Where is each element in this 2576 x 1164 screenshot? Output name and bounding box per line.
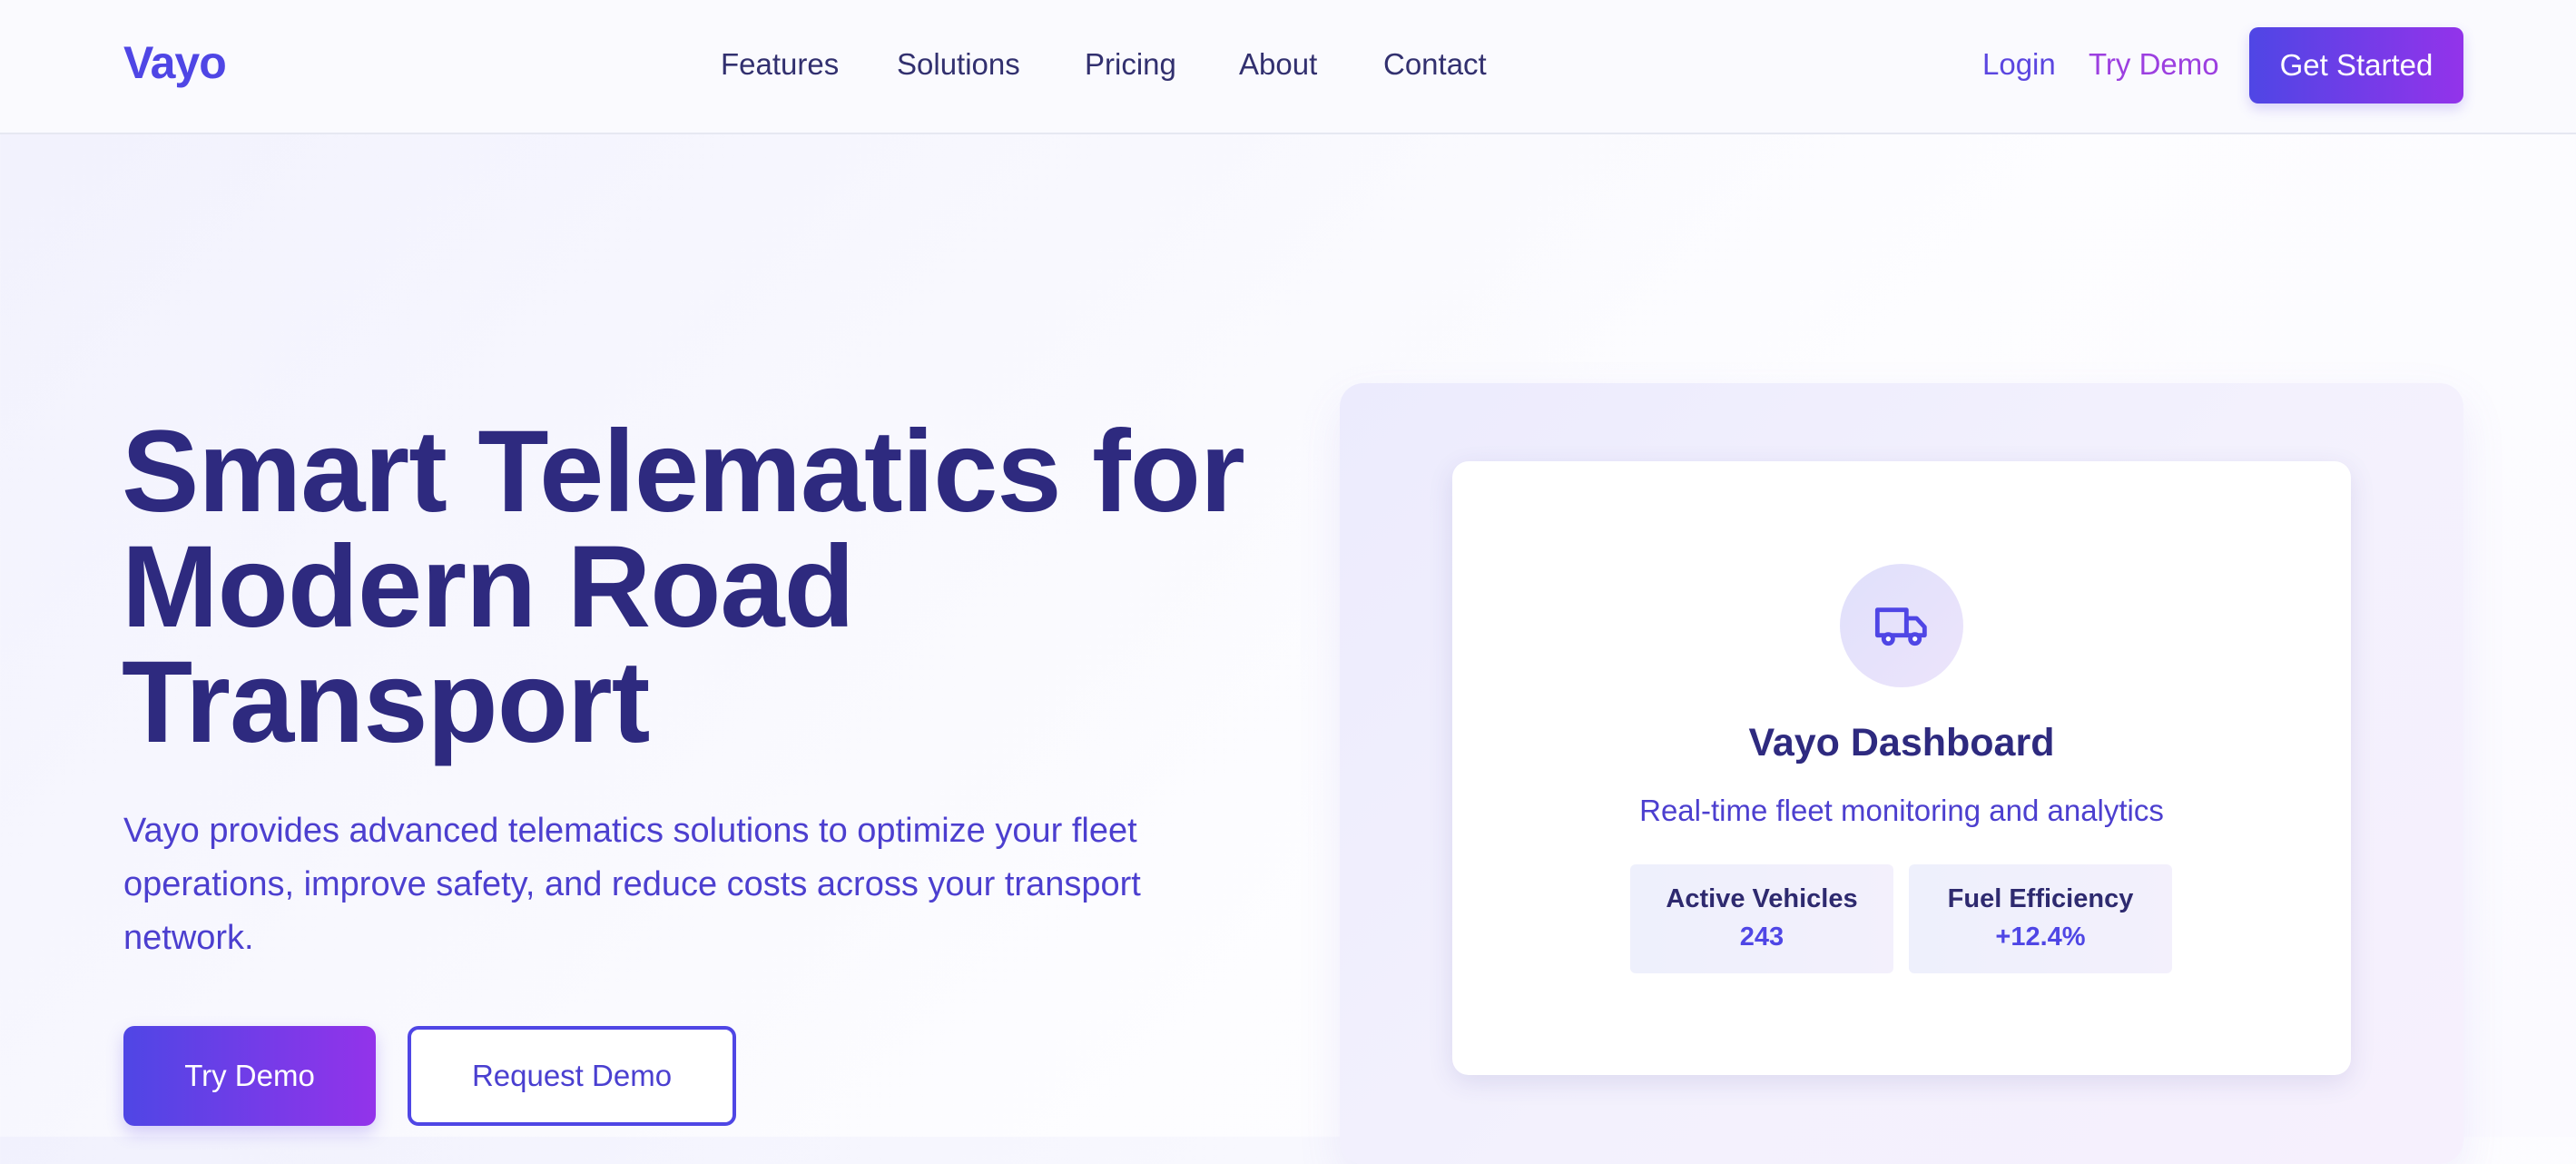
stat-fuel-efficiency: Fuel Efficiency +12.4% bbox=[1909, 864, 2172, 973]
nav-link-contact[interactable]: Contact bbox=[1383, 47, 1487, 82]
stat-label: Fuel Efficiency bbox=[1947, 884, 2134, 913]
try-demo-button[interactable]: Try Demo bbox=[123, 1026, 376, 1126]
navbar: Vayo Features Solutions Pricing About Co… bbox=[0, 0, 2576, 134]
stat-label: Active Vehicles bbox=[1666, 884, 1858, 913]
login-link[interactable]: Login bbox=[1982, 47, 2056, 82]
hero-description: Vayo provides advanced telematics soluti… bbox=[123, 812, 1141, 957]
nav-link-features[interactable]: Features bbox=[721, 47, 839, 82]
request-demo-button[interactable]: Request Demo bbox=[408, 1026, 736, 1126]
stat-value: +12.4% bbox=[1995, 922, 2086, 952]
truck-icon-badge bbox=[1840, 564, 1963, 687]
nav-link-about[interactable]: About bbox=[1239, 47, 1317, 82]
dashboard-subtitle: Real-time fleet monitoring and analytics bbox=[1639, 794, 2164, 827]
hero-title: Smart Telematics for Modern Road Transpo… bbox=[122, 407, 1245, 767]
truck-icon bbox=[1874, 607, 1927, 646]
stat-active-vehicles: Active Vehicles 243 bbox=[1630, 864, 1893, 973]
nav-link-solutions[interactable]: Solutions bbox=[897, 47, 1020, 82]
try-demo-link[interactable]: Try Demo bbox=[2089, 47, 2219, 82]
stat-value: 243 bbox=[1739, 922, 1785, 952]
dashboard-card: Vayo Dashboard Real-time fleet monitorin… bbox=[1452, 461, 2351, 1075]
nav-link-pricing[interactable]: Pricing bbox=[1085, 47, 1176, 82]
get-started-button[interactable]: Get Started bbox=[2249, 27, 2463, 104]
dashboard-title: Vayo Dashboard bbox=[1748, 721, 2055, 764]
